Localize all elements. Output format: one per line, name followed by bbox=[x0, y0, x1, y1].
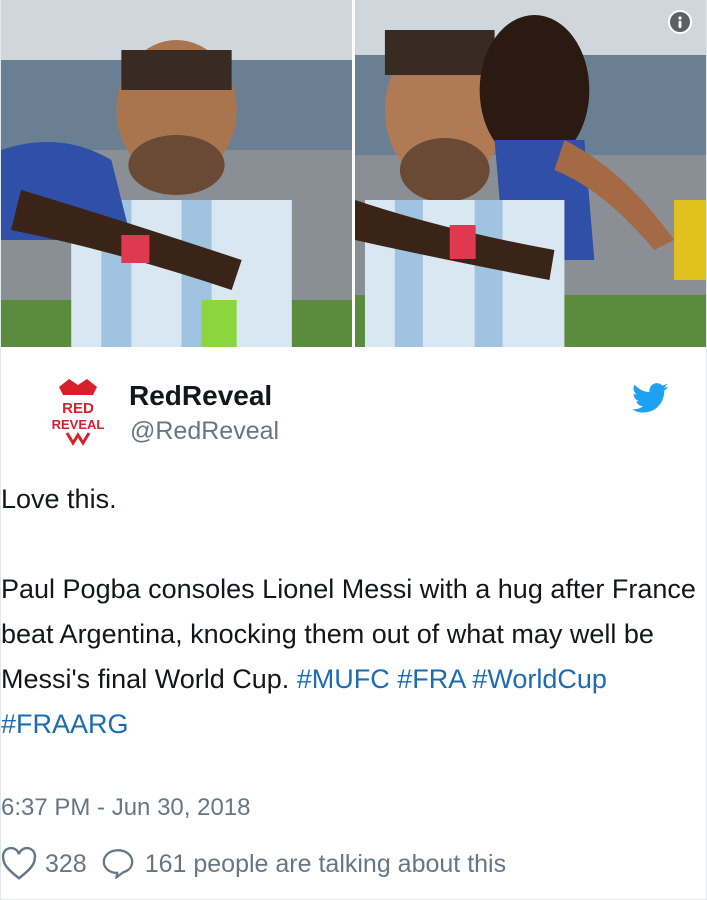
twitter-bird-icon[interactable] bbox=[632, 383, 668, 413]
hashtag-worldcup[interactable]: #WorldCup bbox=[472, 664, 607, 694]
heart-icon[interactable] bbox=[1, 846, 37, 881]
like-count[interactable]: 328 bbox=[45, 850, 87, 879]
hashtag-mufc[interactable]: #MUFC bbox=[297, 664, 390, 694]
replies-label[interactable]: 161 people are talking about this bbox=[145, 850, 506, 879]
reply-bubble-icon[interactable] bbox=[101, 847, 137, 881]
tweet-card: RED REVEAL RedReveal @RedReveal Love thi… bbox=[0, 0, 707, 900]
timestamp[interactable]: 6:37 PM - Jun 30, 2018 bbox=[1, 794, 251, 822]
tweet-text: Love this. Paul Pogba consoles Lionel Me… bbox=[1, 477, 706, 747]
tweet-body: RED REVEAL RedReveal @RedReveal Love thi… bbox=[1, 347, 706, 899]
hashtag-fraarg[interactable]: #FRAARG bbox=[1, 709, 129, 739]
hashtag-fra[interactable]: #FRA bbox=[397, 664, 465, 694]
photo-right[interactable] bbox=[352, 0, 706, 347]
avatar[interactable]: RED REVEAL bbox=[49, 377, 107, 447]
info-icon[interactable] bbox=[668, 10, 692, 34]
avatar-text-top: RED bbox=[62, 400, 94, 417]
tweet-media[interactable] bbox=[1, 0, 706, 347]
tweet-actions: 328 161 people are talking about this bbox=[1, 846, 520, 881]
display-name[interactable]: RedReveal bbox=[129, 380, 272, 412]
avatar-text-bottom: REVEAL bbox=[52, 417, 105, 432]
photo-left[interactable] bbox=[1, 0, 352, 347]
tweet-header: RED REVEAL RedReveal @RedReveal bbox=[39, 377, 668, 447]
tweet-text-line1: Love this. bbox=[1, 484, 117, 514]
user-handle[interactable]: @RedReveal bbox=[130, 417, 279, 446]
tweet-text-body: Paul Pogba consoles Lionel Messi with a … bbox=[1, 567, 706, 747]
